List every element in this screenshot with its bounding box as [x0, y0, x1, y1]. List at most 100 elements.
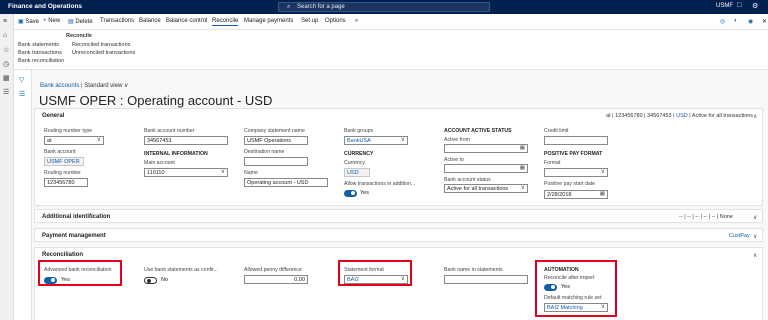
bank-account-status-select[interactable]: Active for all transactions ∨ [444, 184, 528, 193]
ribbon-bank-transactions[interactable]: Bank transactions [18, 50, 62, 56]
home-icon[interactable]: ⌂ [3, 32, 7, 39]
payment-management-header[interactable]: Payment management [42, 233, 106, 239]
save-icon: ▣ [18, 19, 24, 25]
action-pane: ▣ Save + New ▤ Delete Transactions Balan… [14, 14, 768, 30]
attachments-icon[interactable]: ◉ [748, 18, 753, 25]
main-account-select[interactable]: 110110 ∨ [144, 168, 228, 177]
name-label: Name [244, 170, 258, 176]
power-apps-icon[interactable]: ◎ [720, 18, 725, 25]
plus-icon: + [43, 18, 47, 24]
bank-account-status-label: Bank account status [444, 177, 491, 183]
toggle-knob [147, 279, 151, 283]
main-account-value: 110110 [147, 170, 165, 176]
bank-groups-select[interactable]: BankUSA ∨ [344, 136, 408, 145]
toggle-knob [351, 191, 355, 195]
modules-list-icon[interactable]: ☰ [3, 88, 9, 96]
settings-gear-icon[interactable]: ⚙ [752, 2, 758, 10]
calendar-icon[interactable]: ▦ [520, 145, 525, 151]
summary-currency[interactable]: USD [676, 113, 688, 119]
tab-options[interactable]: Options [325, 18, 346, 24]
delete-button[interactable]: ▤ Delete [68, 18, 93, 25]
company-statement-field[interactable]: USMF Operations [244, 136, 308, 145]
new-button[interactable]: + New [43, 18, 60, 24]
workspaces-icon[interactable]: ▦ [3, 74, 10, 82]
tab-reconcile[interactable]: Reconcile [212, 18, 239, 26]
ribbon-bank-statements[interactable]: Bank statements [18, 42, 59, 48]
action-search-icon[interactable]: ⌕ [355, 18, 358, 25]
calendar-icon[interactable]: ▦ [520, 165, 525, 171]
view-name: Standard view [84, 83, 123, 89]
calendar-icon[interactable]: ▦ [600, 191, 605, 197]
hamburger-menu-icon[interactable]: ≡ [3, 18, 7, 25]
recent-clock-icon[interactable]: ◷ [3, 60, 9, 68]
active-to-field[interactable]: ▦ [444, 164, 528, 173]
credit-limit-field[interactable] [544, 136, 608, 145]
ribbon-reconciled-transactions[interactable]: Reconciled transactions [72, 42, 130, 48]
active-to-label: Active to [444, 157, 464, 163]
bank-account-label: Bank account [44, 149, 76, 155]
app-title[interactable]: Finance and Operations [8, 3, 82, 10]
payment-management-section[interactable]: Payment management CustPay ∨ [34, 228, 763, 242]
destination-name-field[interactable] [244, 157, 308, 166]
highlight-advanced-reconciliation [38, 260, 122, 286]
bank-name-field[interactable] [444, 275, 528, 284]
notifications-icon[interactable]: □ [737, 2, 741, 9]
bank-account-number-field[interactable]: 34567453 [144, 136, 228, 145]
internal-info-header: INTERNAL INFORMATION [144, 151, 208, 157]
payment-management-summary[interactable]: CustPay [729, 233, 750, 239]
bank-account-field[interactable]: USMF OPER [44, 157, 84, 166]
currency-field[interactable]: USD [344, 168, 370, 177]
chevron-down-icon: ∨ [123, 83, 129, 89]
routing-number-field[interactable]: 123456780 [44, 178, 88, 187]
routing-type-value: at [47, 138, 52, 144]
save-button[interactable]: ▣ Save [18, 18, 39, 25]
favorites-star-icon[interactable]: ☆ [3, 46, 9, 54]
breadcrumb: Bank accounts | Standard view ∨ [40, 82, 128, 89]
main-account-label: Main account [144, 160, 175, 166]
ribbon-bank-reconciliation[interactable]: Bank reconciliation [18, 58, 64, 64]
view-selector[interactable]: Standard view ∨ [84, 83, 128, 89]
tab-balance[interactable]: Balance [139, 18, 161, 24]
positive-pay-start-field[interactable]: 2/28/2018 ▦ [544, 190, 608, 199]
expand-chevron-icon[interactable]: ∨ [753, 233, 757, 240]
use-statements-toggle[interactable] [144, 277, 157, 284]
filter-icon[interactable]: ▽ [19, 76, 24, 84]
breadcrumb-bank-accounts[interactable]: Bank accounts [40, 83, 79, 89]
collapse-chevron-icon[interactable]: ∧ [753, 113, 757, 120]
new-label: New [48, 18, 61, 24]
allow-transactions-toggle[interactable] [344, 190, 357, 197]
ribbon-unreconciled-transactions[interactable]: Unreconciled transactions [72, 50, 135, 56]
tab-manage-payments[interactable]: Manage payments [244, 18, 293, 24]
penny-difference-field[interactable]: 0.00 [244, 275, 308, 284]
additional-identification-header[interactable]: Additional identification [42, 214, 110, 220]
delete-label: Delete [75, 19, 93, 25]
use-statements-label: Use bank statements as confir... [144, 267, 218, 273]
general-header[interactable]: General [42, 113, 64, 119]
collapse-chevron-icon[interactable]: ∧ [753, 252, 757, 259]
tab-transactions[interactable]: Transactions [100, 18, 134, 24]
format-select[interactable]: ∨ [544, 168, 608, 177]
account-active-status-header: ACCOUNT ACTIVE STATUS [444, 128, 512, 134]
expand-chevron-icon[interactable]: ∨ [753, 214, 757, 221]
name-field[interactable]: Operating account - USD [244, 178, 328, 187]
chevron-down-icon: ∨ [96, 137, 101, 143]
routing-type-select[interactable]: at ∨ [44, 136, 104, 145]
reconcile-ribbon: Reconcile Bank statements Bank transacti… [14, 30, 768, 70]
bank-account-status-value: Active for all transactions [447, 186, 509, 192]
close-icon[interactable]: ✕ [762, 18, 767, 25]
company-statement-label: Company statement name [244, 128, 305, 134]
additional-identification-section[interactable]: Additional identification -- | -- | -- |… [34, 209, 763, 223]
tab-set-up[interactable]: Set up [301, 18, 318, 24]
general-summary: at | 123456780 | 34567453 | USD | Active… [606, 113, 754, 119]
tab-balance-control[interactable]: Balance control [166, 18, 207, 24]
page-search-box[interactable]: ⌕ Search for a page [278, 2, 490, 12]
active-from-field[interactable]: ▦ [444, 144, 528, 153]
reconciliation-header[interactable]: Reconciliation [42, 252, 83, 258]
list-toggle-icon[interactable]: ☰ [19, 90, 25, 98]
office-icon[interactable]: ◐ [734, 18, 738, 24]
allow-transactions-value: Yes [360, 190, 369, 196]
company-picker[interactable]: USMF [716, 3, 733, 9]
ribbon-group-title: Reconcile [66, 33, 92, 39]
summary-prefix: at [606, 113, 611, 119]
positive-pay-start-label: Positive pay start date [544, 181, 596, 187]
